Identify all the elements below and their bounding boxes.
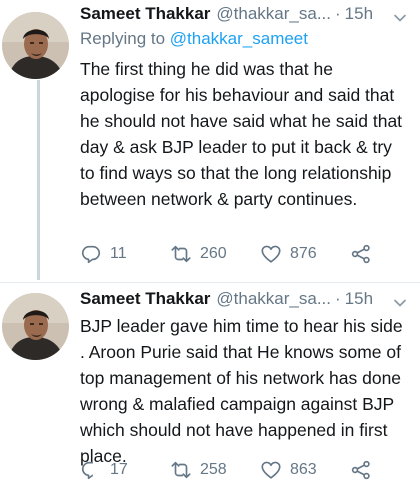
replying-handle-link[interactable]: @thakkar_sameet <box>170 29 308 48</box>
heart-icon <box>261 461 281 479</box>
author-handle[interactable]: @thakkar_sa... <box>216 4 331 24</box>
tweet-text: BJP leader gave him time to hear his sid… <box>80 316 403 466</box>
reply-icon <box>81 461 94 480</box>
tweet[interactable]: Sameet Thakkar @thakkar_sa... · 15h Repl… <box>0 0 420 282</box>
reply-button[interactable]: 11 <box>80 243 170 265</box>
share-button[interactable] <box>350 243 380 265</box>
thread-connector <box>37 80 40 280</box>
like-count: 876 <box>290 245 317 262</box>
timestamp[interactable]: 15h <box>345 4 373 24</box>
avatar[interactable] <box>2 293 69 360</box>
tweet-text: The first thing he did was that he apolo… <box>80 59 403 209</box>
chevron-down-icon[interactable] <box>394 297 406 309</box>
retweet-icon <box>171 245 191 263</box>
like-button[interactable]: 876 <box>260 243 350 265</box>
share-button[interactable] <box>350 459 380 481</box>
separator-dot: · <box>335 289 341 308</box>
retweet-count: 260 <box>200 245 227 262</box>
author-name[interactable]: Sameet Thakkar <box>80 4 210 24</box>
avatar[interactable] <box>2 12 69 79</box>
author-name[interactable]: Sameet Thakkar <box>80 289 210 309</box>
retweet-button[interactable]: 260 <box>170 243 260 265</box>
reply-count: 17 <box>110 461 128 478</box>
share-icon <box>351 244 370 264</box>
timestamp[interactable]: 15h <box>345 289 373 309</box>
tweet-actions: 11 260 876 <box>80 240 410 268</box>
like-count: 863 <box>290 461 317 478</box>
reply-icon <box>81 245 101 264</box>
tweet-actions: 17 258 863 <box>80 456 410 484</box>
replying-to: Replying to @thakkar_sameet <box>80 26 410 52</box>
share-icon <box>351 460 370 480</box>
reply-button[interactable]: 17 <box>80 459 170 481</box>
retweet-button[interactable]: 258 <box>170 459 260 481</box>
reply-count: 11 <box>110 245 127 262</box>
author-handle[interactable]: @thakkar_sa... <box>216 289 331 309</box>
separator-dot: · <box>335 4 341 23</box>
like-button[interactable]: 863 <box>260 459 350 481</box>
tweet[interactable]: Sameet Thakkar @thakkar_sa... · 15h BJP … <box>0 283 420 500</box>
heart-icon <box>261 245 281 263</box>
retweet-count: 258 <box>200 461 227 478</box>
retweet-icon <box>171 461 191 479</box>
chevron-down-icon[interactable] <box>394 12 406 24</box>
replying-prefix: Replying to <box>80 29 170 48</box>
